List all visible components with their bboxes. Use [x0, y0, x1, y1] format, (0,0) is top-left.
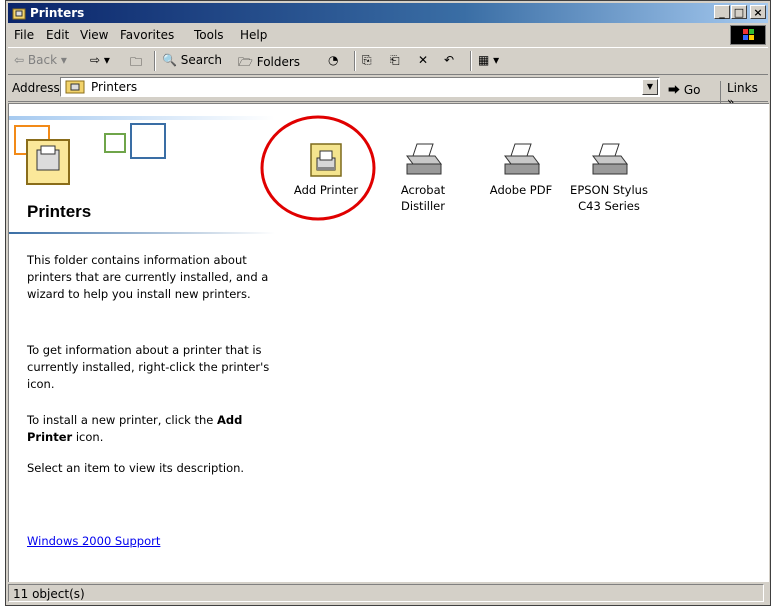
menu-edit[interactable]: Edit — [46, 28, 69, 42]
undo-icon: ↶ — [444, 53, 455, 67]
minimize-button[interactable]: _ — [714, 5, 730, 19]
copy-to-button[interactable]: ⎗ — [390, 53, 400, 68]
select-item-text: Select an item to view its description. — [27, 461, 245, 475]
copy-to-icon: ⎗ — [390, 53, 400, 67]
back-arrow-icon: ⇦ — [14, 53, 25, 67]
delete-button[interactable]: ✕ — [418, 53, 428, 67]
forward-arrow-icon: ⇨ — [90, 53, 101, 67]
printer-folder-icon — [12, 8, 26, 20]
status-object-count: 11 object(s) — [8, 584, 764, 602]
pane-divider — [9, 232, 275, 234]
go-button[interactable]: ⮕ Go — [668, 81, 700, 98]
address-input[interactable]: Printers ▼ — [60, 77, 660, 97]
title-bar[interactable]: Printers _ □ × — [8, 3, 768, 23]
toolbar-separator — [354, 51, 356, 71]
move-to-icon: ⎘ — [362, 53, 372, 67]
go-arrow-icon: ⮕ — [668, 83, 681, 97]
description-paragraph: To get information about a printer that … — [27, 343, 270, 391]
views-button[interactable]: ▦ ▾ — [478, 53, 499, 67]
windows-support-link[interactable]: Windows 2000 Support — [27, 534, 160, 548]
search-label: Search — [180, 53, 223, 67]
toolbar-separator — [470, 51, 472, 71]
menu-tools[interactable]: Tools — [194, 28, 224, 42]
menu-bar: File Edit View Favorites Tools Help — [8, 25, 768, 45]
maximize-button[interactable]: □ — [731, 5, 747, 19]
go-label: Go — [683, 83, 701, 97]
views-icon: ▦ — [478, 53, 490, 67]
window-title: Printers — [30, 6, 85, 20]
printer-name-line1: EPSON Stylus — [570, 183, 648, 197]
install-text-end: icon. — [72, 430, 104, 444]
printer-icon — [504, 143, 540, 175]
history-button[interactable]: ◔ — [328, 53, 338, 67]
folders-icon: 🗁 — [238, 55, 253, 69]
back-button[interactable]: ⇦ Back ▾ — [14, 53, 67, 67]
printer-icon — [592, 143, 628, 175]
undo-button[interactable]: ↶ — [444, 53, 454, 67]
status-text: 11 object(s) — [13, 587, 85, 601]
printer-name-line1: Adobe PDF — [489, 183, 553, 197]
menu-view[interactable]: View — [80, 28, 108, 42]
address-bar: Address Printers ▼ ⮕ Go Links » — [8, 75, 768, 109]
printer-name-line2: Distiller — [401, 199, 445, 213]
search-icon: 🔍 — [162, 53, 177, 67]
status-bar: 11 object(s) — [8, 583, 768, 603]
printers-window: Printers _ □ × File Edit View Favorites … — [5, 0, 771, 606]
menu-file[interactable]: File — [14, 28, 34, 42]
address-dropdown-button[interactable]: ▼ — [642, 79, 658, 95]
toolbar-separator — [154, 51, 156, 71]
printer-item-acrobat-distiller[interactable]: Acrobat Distiller — [383, 142, 463, 214]
pane-title: Printers — [27, 202, 92, 221]
highlight-circle — [260, 115, 376, 221]
search-button[interactable]: 🔍 Search — [162, 53, 222, 67]
address-value: Printers — [91, 80, 138, 94]
install-instructions: To install a new printer, click the Add … — [27, 412, 277, 446]
up-folder-icon: 🗀 — [130, 55, 143, 69]
chevron-down-icon: ▼ — [646, 82, 654, 91]
content-area: Printers This folder contains informatio… — [8, 103, 769, 582]
info-pane: Printers This folder contains informatio… — [9, 104, 275, 582]
printer-folder-icon — [65, 80, 85, 94]
printer-name-line2: C43 Series — [578, 199, 640, 213]
windows-logo-icon — [730, 25, 766, 45]
printer-item-epson-stylus[interactable]: EPSON Stylus C43 Series — [569, 142, 649, 214]
up-folder-button[interactable]: 🗀 — [130, 53, 142, 74]
printer-name-line1: Acrobat — [400, 183, 446, 197]
history-icon: ◔ — [328, 53, 339, 67]
forward-button[interactable]: ⇨ ▾ — [90, 53, 110, 67]
printer-item-adobe-pdf[interactable]: Adobe PDF — [481, 142, 561, 198]
menu-help[interactable]: Help — [240, 28, 267, 42]
back-label: Back — [27, 53, 58, 67]
folders-button[interactable]: 🗁 Folders — [238, 53, 300, 74]
folders-label: Folders — [256, 55, 301, 69]
printer-icon — [406, 143, 442, 175]
address-label: Address — [12, 81, 60, 95]
install-text: To install a new printer, click the — [27, 413, 217, 427]
description-paragraph: This folder contains information about p… — [27, 253, 269, 301]
standard-toolbar: ⇦ Back ▾ ⇨ ▾ 🗀 🔍 Search 🗁 Folders ◔ ⎘ ⎗ … — [8, 47, 768, 75]
printers-header-art — [9, 116, 275, 185]
close-button[interactable]: × — [750, 5, 766, 19]
delete-icon: ✕ — [418, 53, 429, 67]
move-to-button[interactable]: ⎘ — [362, 53, 372, 68]
menu-favorites[interactable]: Favorites — [120, 28, 174, 42]
